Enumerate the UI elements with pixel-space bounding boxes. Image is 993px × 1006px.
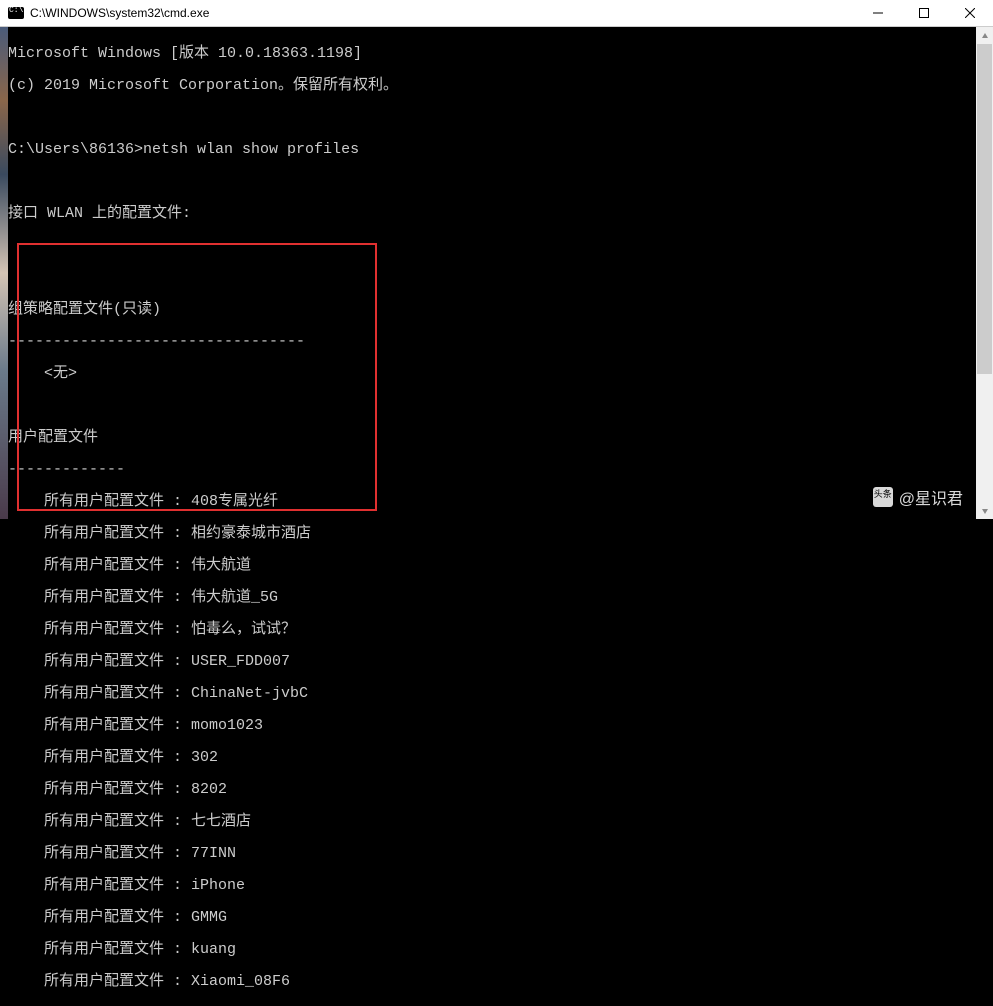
- entered-command: netsh wlan show profiles: [143, 141, 359, 158]
- prompt-line: C:\Users\86136>netsh wlan show profiles: [8, 142, 980, 158]
- divider: ---------------------------------: [8, 334, 980, 350]
- divider: -------------: [8, 462, 980, 478]
- blank-line: [8, 110, 980, 126]
- maximize-button[interactable]: [901, 0, 947, 27]
- profile-line: 所有用户配置文件 : 伟大航道: [8, 558, 980, 574]
- profile-line: 所有用户配置文件 : 相约豪泰城市酒店: [8, 526, 980, 542]
- version-line: Microsoft Windows [版本 10.0.18363.1198]: [8, 46, 980, 62]
- profile-line: 所有用户配置文件 : 77INN: [8, 846, 980, 862]
- copyright-line: (c) 2019 Microsoft Corporation。保留所有权利。: [8, 78, 980, 94]
- profile-line: 所有用户配置文件 : 七七酒店: [8, 814, 980, 830]
- window-title: C:\WINDOWS\system32\cmd.exe: [30, 6, 855, 20]
- titlebar[interactable]: C:\WINDOWS\system32\cmd.exe: [0, 0, 993, 27]
- toutiao-icon: [873, 487, 893, 507]
- user-profiles-header: 用户配置文件: [8, 430, 980, 446]
- profile-line: 所有用户配置文件 : 伟大航道_5G: [8, 590, 980, 606]
- gp-none: <无>: [8, 366, 980, 382]
- minimize-button[interactable]: [855, 0, 901, 27]
- prompt: C:\Users\86136>: [8, 141, 143, 158]
- interface-header: 接口 WLAN 上的配置文件:: [8, 206, 980, 222]
- profile-line: 所有用户配置文件 : 8202: [8, 782, 980, 798]
- scrollbar-thumb[interactable]: [977, 44, 992, 374]
- watermark: @星识君: [873, 485, 963, 509]
- profile-line: 所有用户配置文件 : GMMG: [8, 910, 980, 926]
- blank-line: [8, 270, 980, 286]
- profile-line: 所有用户配置文件 : Xiaomi_08F6: [8, 974, 980, 990]
- profile-line: 所有用户配置文件 : momo1023: [8, 718, 980, 734]
- profile-line: 所有用户配置文件 : kuang: [8, 942, 980, 958]
- watermark-text: @星识君: [899, 485, 963, 509]
- blank-line: [8, 398, 980, 414]
- profile-line: 所有用户配置文件 : iPhone: [8, 878, 980, 894]
- profile-line: 所有用户配置文件 : 302: [8, 750, 980, 766]
- scrollbar[interactable]: [976, 27, 993, 519]
- profile-line: 所有用户配置文件 : ChinaNet-jvbC: [8, 686, 980, 702]
- blank-line: [8, 174, 980, 190]
- scroll-up-button[interactable]: [976, 27, 993, 44]
- blank-line: [8, 238, 980, 254]
- desktop-edge: [0, 27, 8, 519]
- cmd-icon: [8, 7, 24, 19]
- scroll-down-button[interactable]: [976, 502, 993, 519]
- profile-line: 所有用户配置文件 : 408专属光纤: [8, 494, 980, 510]
- terminal-output[interactable]: Microsoft Windows [版本 10.0.18363.1198] (…: [8, 27, 980, 519]
- profile-line: 所有用户配置文件 : USER_FDD007: [8, 654, 980, 670]
- profile-line: 所有用户配置文件 : 怕毒么，试试？: [8, 622, 980, 638]
- close-button[interactable]: [947, 0, 993, 27]
- group-policy-header: 组策略配置文件(只读): [8, 302, 980, 318]
